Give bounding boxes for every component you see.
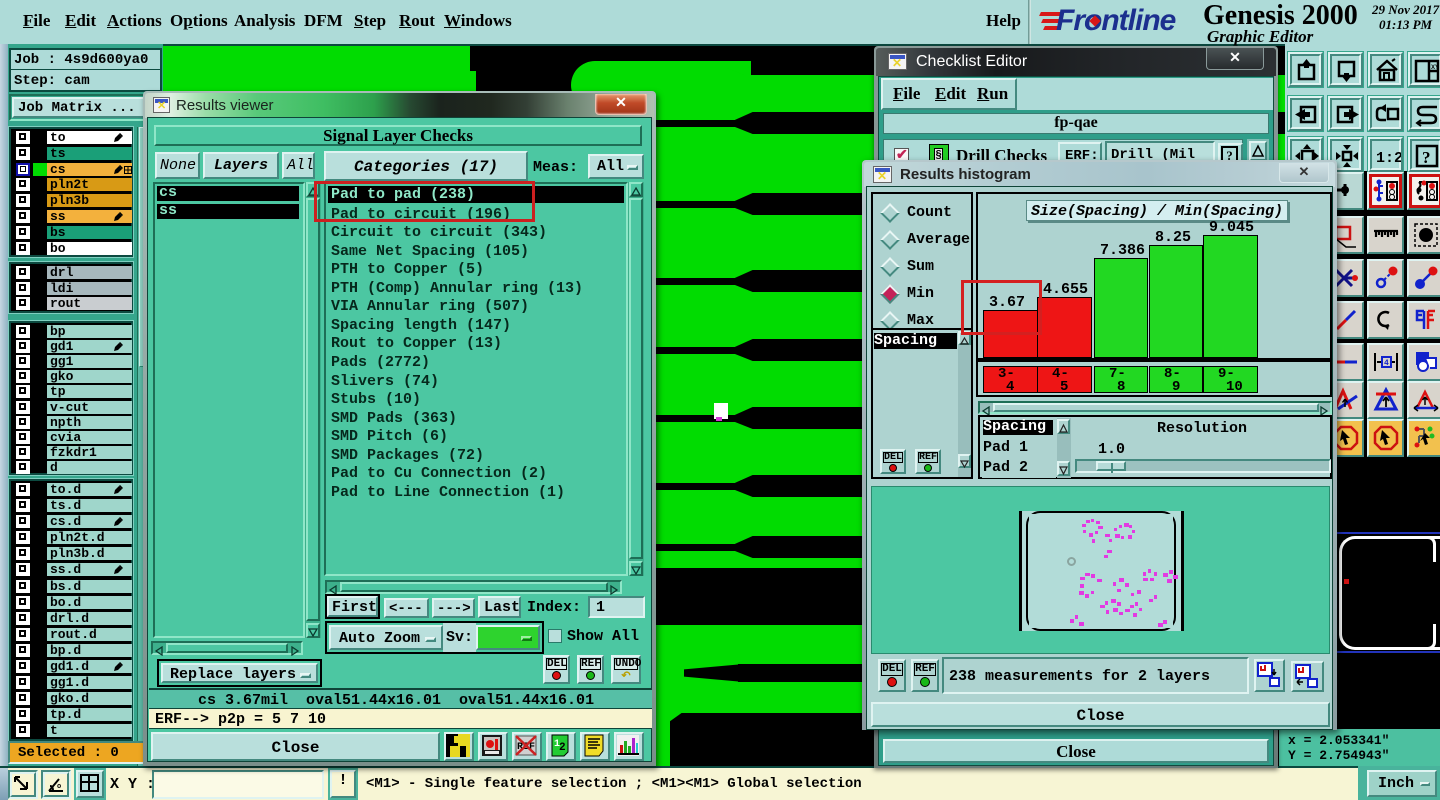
svg-text:2: 2 — [559, 742, 566, 754]
svg-text:o: o — [57, 783, 61, 791]
svg-text:4: 4 — [1384, 359, 1389, 368]
svg-text:?: ? — [1422, 148, 1431, 167]
svg-text:XY: XY — [1431, 65, 1439, 71]
svg-text:1:2: 1:2 — [1376, 150, 1401, 167]
